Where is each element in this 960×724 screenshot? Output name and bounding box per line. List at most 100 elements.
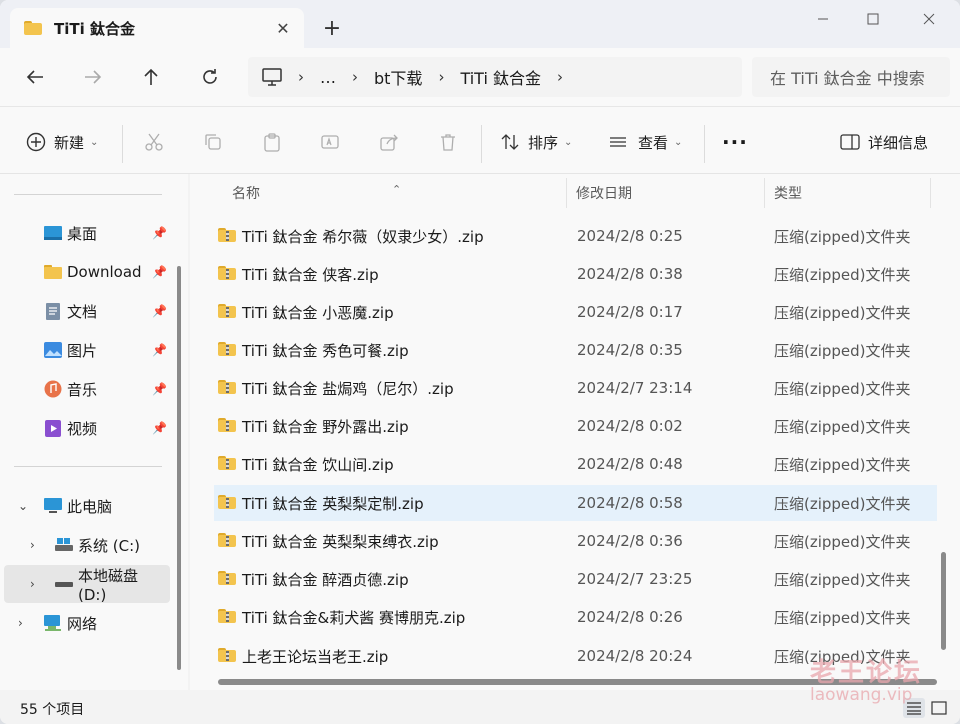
sidebar-item-drive-c[interactable]: › 系统 (C:)	[0, 526, 172, 564]
computer-icon	[262, 68, 282, 86]
file-name: TiTi 鈦合金 野外露出.zip	[242, 417, 409, 436]
minimize-button[interactable]	[806, 6, 840, 32]
sidebar-item-network[interactable]: › 网络	[0, 604, 172, 642]
pin-icon[interactable]: 📌	[152, 343, 167, 357]
copy-button[interactable]	[203, 127, 223, 157]
forward-button[interactable]	[78, 62, 108, 92]
chevron-right-icon[interactable]: ›	[18, 616, 23, 630]
sidebar-item-music[interactable]: 音乐 📌	[0, 370, 172, 408]
sidebar-item-videos[interactable]: 视频 📌	[0, 409, 172, 447]
file-date: 2024/2/8 0:38	[577, 265, 683, 283]
address-bar[interactable]: › … › bt下载 › TiTi 鈦合金 ›	[248, 57, 742, 97]
file-date: 2024/2/8 20:24	[577, 647, 693, 665]
file-name: TiTi 鈦合金 英梨梨束缚衣.zip	[242, 532, 439, 551]
table-row[interactable]: TiTi 鈦合金 野外露出.zip 2024/2/8 0:02 压缩(zippe…	[214, 408, 937, 444]
chevron-right-icon[interactable]: ›	[30, 538, 35, 552]
table-row[interactable]: TiTi 鈦合金 侠客.zip 2024/2/8 0:38 压缩(zipped)…	[214, 256, 937, 292]
sidebar-item-label: 本地磁盘 (D:)	[78, 566, 139, 604]
new-tab-button[interactable]: +	[318, 14, 346, 42]
tab-titi[interactable]: TiTi 鈦合金 ✕	[10, 8, 304, 48]
chevron-down-icon: ⌄	[674, 136, 683, 148]
details-button[interactable]: 详细信息	[840, 127, 928, 157]
close-tab-icon[interactable]: ✕	[272, 17, 294, 39]
maximize-button[interactable]	[856, 6, 890, 32]
sort-label: 排序	[528, 133, 559, 152]
view-button[interactable]: 查看 ⌄	[608, 127, 682, 157]
pin-icon[interactable]: 📌	[152, 304, 167, 318]
file-date: 2024/2/8 0:35	[577, 341, 683, 359]
refresh-button[interactable]	[195, 62, 225, 92]
chevron-down-icon[interactable]: ⌄	[18, 499, 28, 513]
file-type: 压缩(zipped)文件夹	[774, 532, 911, 551]
more-button[interactable]: ···	[722, 127, 748, 157]
column-header-name[interactable]: 名称	[232, 183, 260, 203]
zip-folder-icon	[218, 533, 236, 547]
breadcrumb-ellipsis[interactable]: …	[320, 68, 336, 87]
sidebar-item-this-pc[interactable]: ⌄ 此电脑	[0, 487, 172, 525]
vertical-scrollbar[interactable]	[941, 552, 946, 650]
table-row[interactable]: TiTi 鈦合金 盐焗鸡（尼尔）.zip 2024/2/7 23:14 压缩(z…	[214, 370, 937, 406]
table-row[interactable]: TiTi 鈦合金 英梨梨束缚衣.zip 2024/2/8 0:36 压缩(zip…	[214, 523, 937, 559]
file-date: 2024/2/7 23:14	[577, 379, 693, 397]
pin-icon[interactable]: 📌	[152, 421, 167, 435]
chevron-right-icon[interactable]: ›	[30, 577, 35, 591]
file-name: TiTi 鈦合金 饮山间.zip	[242, 455, 394, 474]
pin-icon[interactable]: 📌	[152, 226, 167, 240]
new-button[interactable]: 新建 ⌄	[26, 127, 98, 157]
sidebar-item-documents[interactable]: 文档 📌	[0, 292, 172, 330]
column-divider[interactable]	[764, 178, 765, 208]
zip-folder-icon	[218, 495, 236, 509]
documents-icon	[46, 303, 60, 320]
pin-icon[interactable]: 📌	[152, 265, 167, 279]
sort-button[interactable]: 排序 ⌄	[500, 127, 572, 157]
back-button[interactable]	[20, 62, 50, 92]
sort-ascending-icon: ⌃	[392, 183, 402, 196]
zip-folder-icon	[218, 228, 236, 242]
tab-label: TiTi 鈦合金	[54, 19, 135, 38]
column-header-type[interactable]: 类型	[774, 183, 802, 203]
refresh-icon	[203, 69, 217, 84]
file-type: 压缩(zipped)文件夹	[774, 494, 911, 513]
sidebar-item-drive-d[interactable]: › 本地磁盘 (D:)	[4, 565, 170, 604]
sidebar-item-desktop[interactable]: 桌面 📌	[0, 214, 172, 252]
file-type: 压缩(zipped)文件夹	[774, 570, 911, 589]
table-row[interactable]: TiTi 鈦合金 秀色可餐.zip 2024/2/8 0:35 压缩(zippe…	[214, 332, 937, 368]
file-type: 压缩(zipped)文件夹	[774, 417, 911, 436]
column-divider[interactable]	[930, 178, 931, 208]
minimize-icon	[818, 18, 828, 20]
divider	[704, 125, 705, 163]
table-row[interactable]: TiTi 鈦合金 饮山间.zip 2024/2/8 0:48 压缩(zipped…	[214, 446, 937, 482]
sidebar-item-download[interactable]: Download 📌	[0, 253, 172, 291]
paste-button[interactable]	[262, 127, 282, 157]
view-label: 查看	[638, 133, 669, 152]
column-divider[interactable]	[566, 178, 567, 208]
cut-button[interactable]	[144, 127, 164, 157]
rename-button[interactable]	[320, 127, 340, 157]
share-button[interactable]	[379, 127, 399, 157]
search-input[interactable]: 在 TiTi 鈦合金 中搜索	[752, 57, 950, 97]
sidebar-item-pictures[interactable]: 图片 📌	[0, 331, 172, 369]
sidebar-item-label: 视频	[67, 419, 98, 438]
table-row[interactable]: TiTi 鈦合金 小恶魔.zip 2024/2/8 0:17 压缩(zipped…	[214, 294, 937, 330]
file-date: 2024/2/7 23:25	[577, 570, 693, 588]
breadcrumb-titi[interactable]: TiTi 鈦合金	[460, 65, 541, 89]
zip-folder-icon	[218, 648, 236, 662]
file-name: TiTi 鈦合金 盐焗鸡（尼尔）.zip	[242, 379, 454, 398]
file-explorer-window: TiTi 鈦合金 ✕ + › … › bt下载 › TiTi 鈦合金 › 在 T…	[0, 0, 960, 724]
table-row[interactable]: TiTi 鈦合金&莉犬酱 赛博朋克.zip 2024/2/8 0:26 压缩(z…	[214, 599, 937, 635]
delete-button[interactable]	[438, 127, 458, 157]
table-row-selected[interactable]: TiTi 鈦合金 英梨梨定制.zip 2024/2/8 0:58 压缩(zipp…	[214, 485, 937, 521]
sidebar-scrollbar[interactable]	[177, 266, 181, 670]
table-row[interactable]: TiTi 鈦合金 醉酒贞德.zip 2024/2/7 23:25 压缩(zipp…	[214, 561, 937, 597]
table-row[interactable]: TiTi 鈦合金 希尔薇（奴隶少女）.zip 2024/2/8 0:25 压缩(…	[214, 218, 937, 254]
chevron-right-icon[interactable]: ›	[557, 68, 563, 86]
close-window-button[interactable]	[912, 6, 946, 32]
tiles-view-button[interactable]	[928, 698, 950, 718]
pin-icon[interactable]: 📌	[152, 382, 167, 396]
breadcrumb-bt-download[interactable]: bt下载	[374, 65, 422, 89]
up-button[interactable]	[136, 62, 166, 92]
navigation-bar: › … › bt下载 › TiTi 鈦合金 › 在 TiTi 鈦合金 中搜索	[0, 48, 960, 106]
column-header-modified[interactable]: 修改日期	[576, 183, 632, 203]
zip-folder-icon	[218, 418, 236, 432]
file-list: ⌃ 名称 修改日期 类型 TiTi 鈦合金 希尔薇（奴隶少女）.zip 2024…	[190, 174, 960, 690]
